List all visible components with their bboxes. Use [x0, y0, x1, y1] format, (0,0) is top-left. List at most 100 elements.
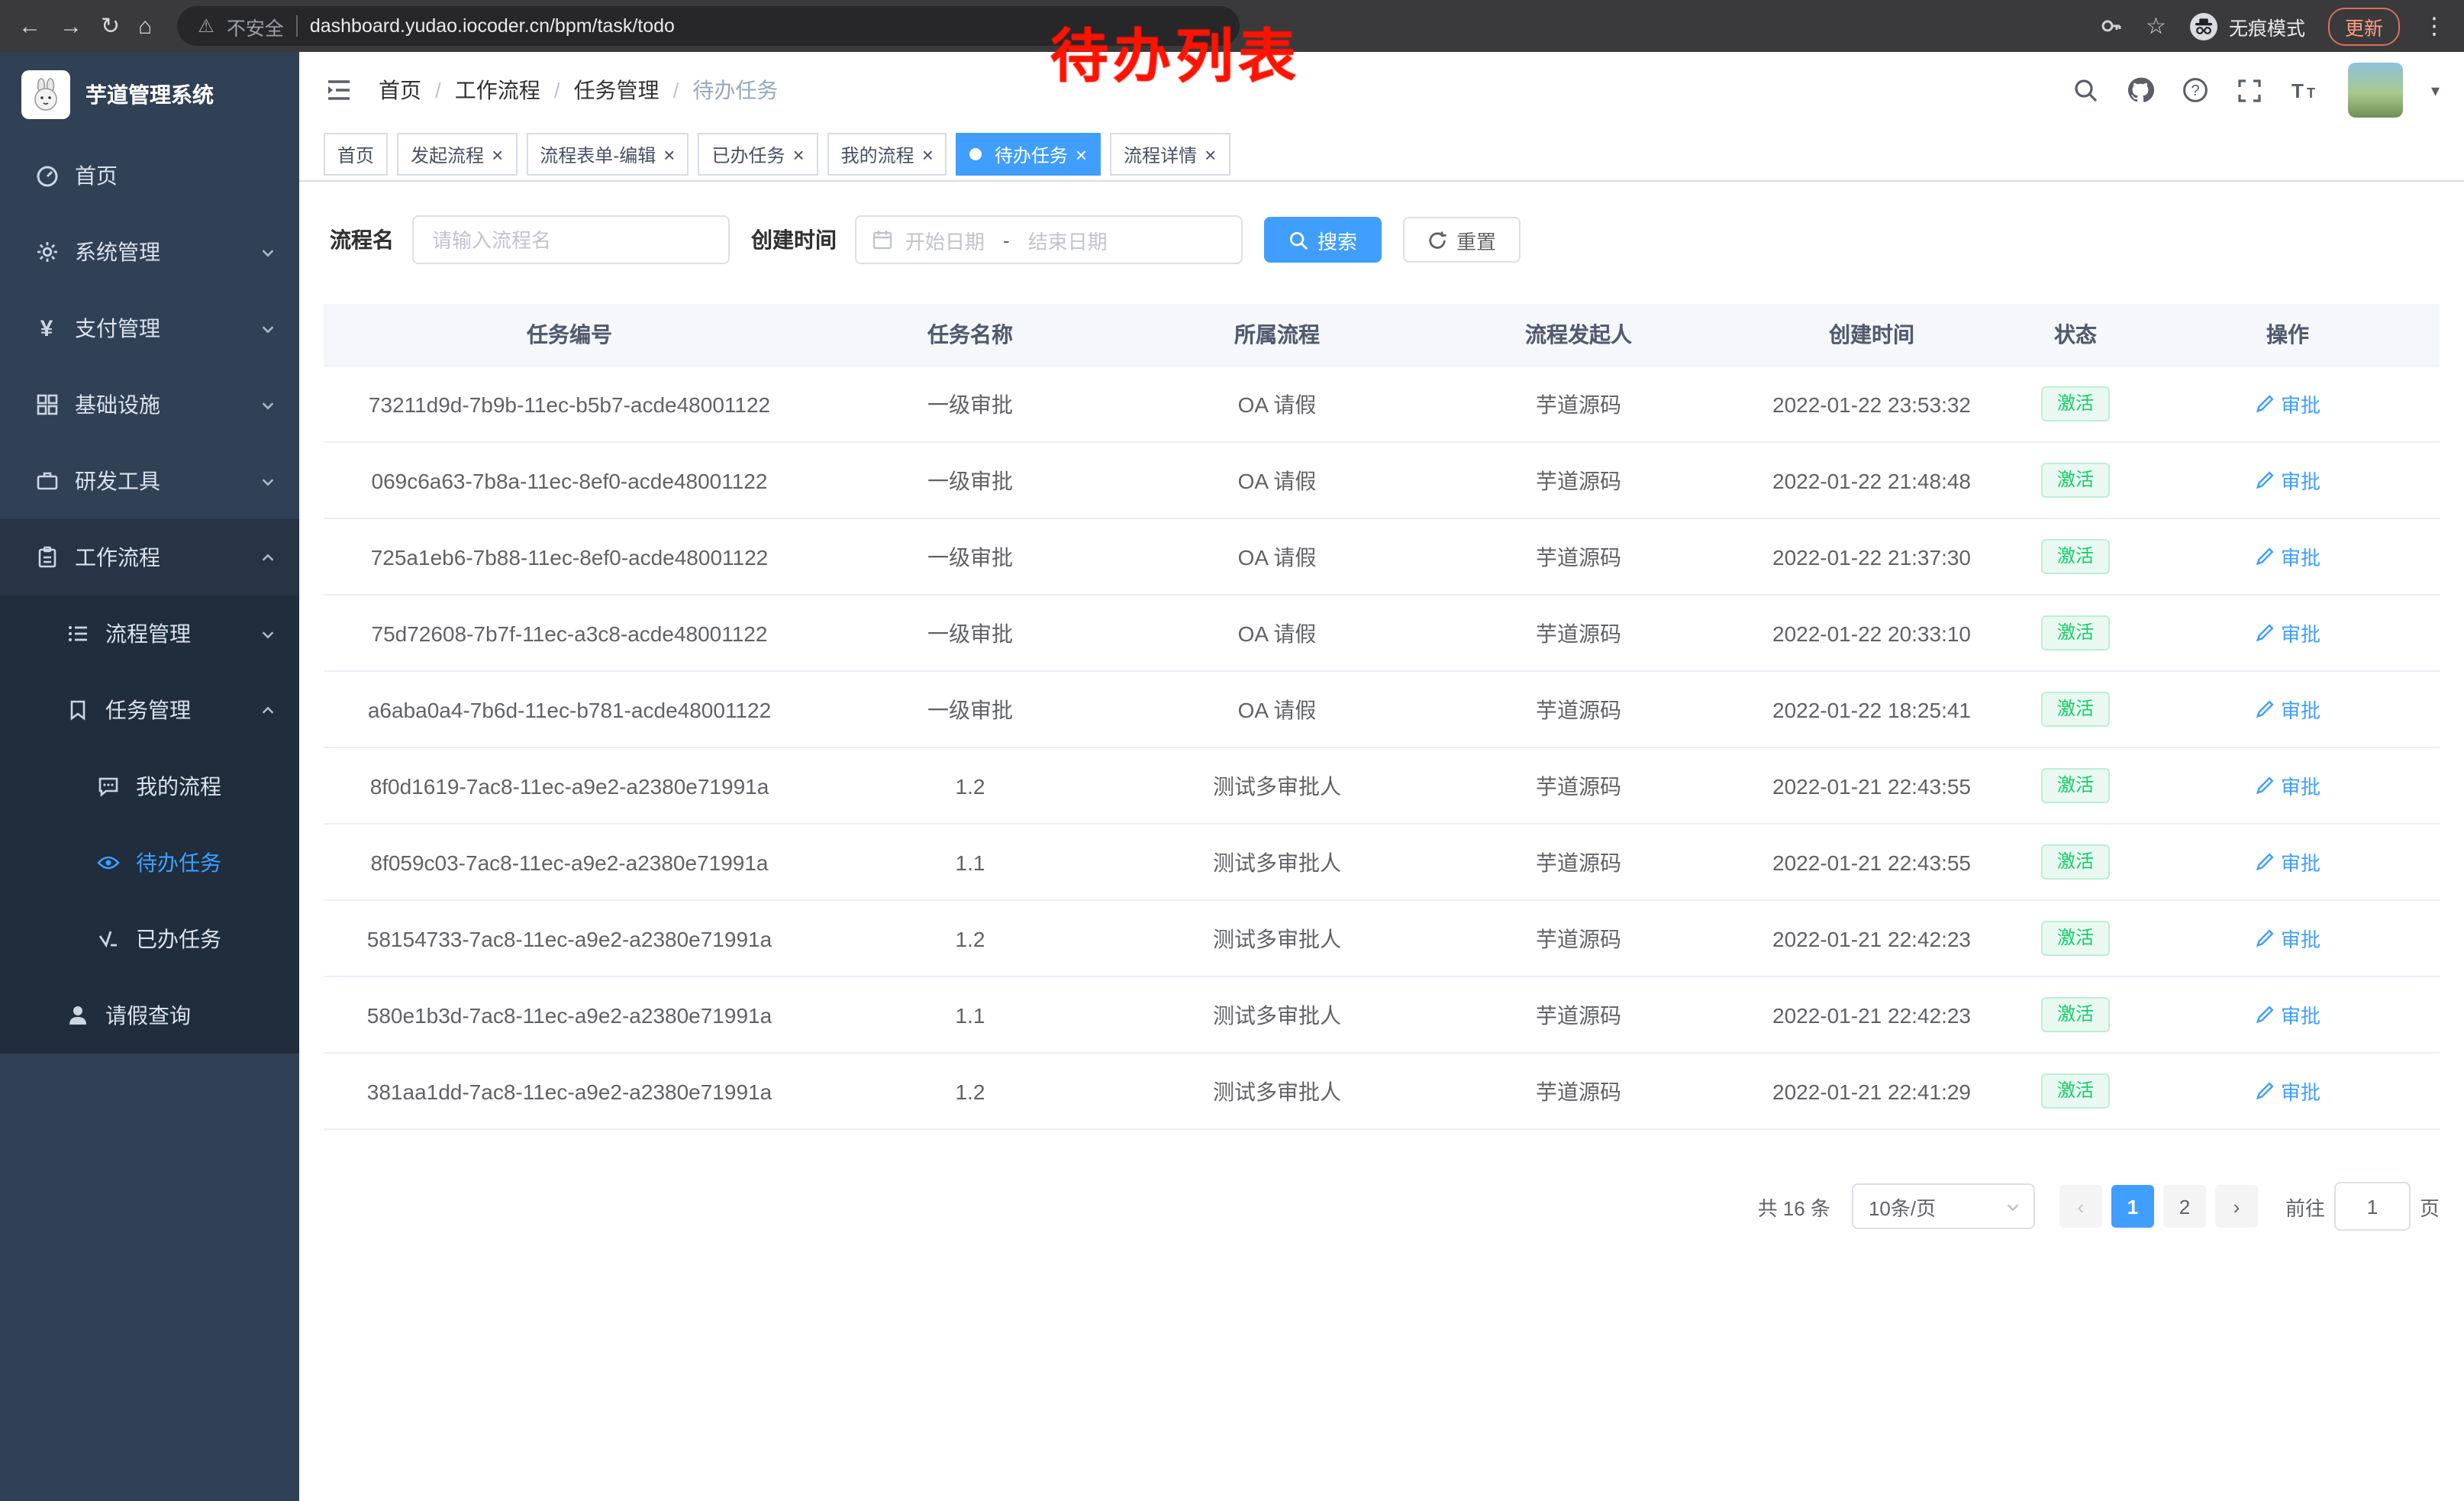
table-header-row: 任务编号 任务名称 所属流程 流程发起人 创建时间 状态 操作 — [324, 304, 2440, 366]
date-range-picker[interactable]: 开始日期 - 结束日期 — [855, 215, 1243, 264]
fullscreen-icon[interactable] — [2237, 77, 2263, 103]
tab-label: 流程表单-编辑 — [540, 141, 656, 167]
sidebar-item-system[interactable]: 系统管理 — [0, 214, 299, 290]
approve-link[interactable]: 审批 — [2255, 847, 2320, 876]
end-date-placeholder: 结束日期 — [1028, 225, 1108, 254]
action-cell: 审批 — [2136, 747, 2440, 824]
edit-icon — [2255, 852, 2275, 872]
home-icon[interactable]: ⌂ — [138, 15, 152, 37]
warning-icon: ⚠ — [198, 15, 214, 37]
edit-icon — [2255, 470, 2275, 490]
chevron-up-icon — [260, 549, 276, 566]
create-time-cell: 2022-01-21 22:41:29 — [1728, 1053, 2015, 1129]
breadcrumb-home[interactable]: 首页 — [379, 75, 421, 105]
close-icon[interactable]: × — [1205, 144, 1216, 164]
search-icon[interactable] — [2074, 77, 2100, 103]
caret-down-icon[interactable]: ▾ — [2431, 80, 2440, 100]
back-icon[interactable]: ← — [18, 15, 41, 37]
page-button-1[interactable]: 1 — [2111, 1185, 2154, 1228]
reload-icon[interactable]: ↻ — [101, 15, 120, 37]
approve-link[interactable]: 审批 — [2255, 1077, 2320, 1106]
github-icon[interactable] — [2127, 76, 2155, 104]
goto-page: 前往 页 — [2285, 1182, 2440, 1231]
column-header: 任务编号 — [324, 304, 815, 366]
tab-my-process[interactable]: 我的流程 × — [827, 133, 947, 176]
sidebar-item-todo-tasks[interactable]: 待办任务 — [0, 825, 299, 901]
page-size-select[interactable]: 10条/页 — [1852, 1183, 2035, 1229]
sidebar-item-leave-query[interactable]: 请假查询 — [0, 977, 299, 1054]
prev-page-button[interactable]: ‹ — [2059, 1185, 2102, 1228]
sidebar-item-done-tasks[interactable]: 已办任务 — [0, 901, 299, 977]
next-page-button[interactable]: › — [2215, 1185, 2258, 1228]
collapse-sidebar-icon[interactable] — [324, 75, 354, 105]
table-row: 73211d9d-7b9b-11ec-b5b7-acde48001122 一级审… — [324, 366, 2440, 442]
tab-todo-tasks[interactable]: 待办任务 × — [956, 133, 1101, 176]
reset-button[interactable]: 重置 — [1403, 217, 1521, 263]
chat-icon — [95, 774, 121, 799]
sidebar-item-process-management[interactable]: 流程管理 — [0, 596, 299, 672]
tab-done-tasks[interactable]: 已办任务 × — [698, 133, 818, 176]
sidebar-item-workflow[interactable]: 工作流程 — [0, 519, 299, 596]
process-cell: OA 请假 — [1125, 518, 1429, 595]
page-button-2[interactable]: 2 — [2163, 1185, 2206, 1228]
process-name-input[interactable] — [412, 215, 730, 264]
close-icon[interactable]: × — [663, 144, 675, 164]
approve-link[interactable]: 审批 — [2255, 389, 2320, 418]
breadcrumb-task-management[interactable]: 任务管理 — [574, 75, 660, 105]
breadcrumb-separator: / — [554, 78, 560, 102]
close-icon[interactable]: × — [1076, 144, 1087, 164]
search-button[interactable]: 搜索 — [1264, 217, 1382, 263]
sidebar-item-infrastructure[interactable]: 基础设施 — [0, 366, 299, 443]
tab-process-detail[interactable]: 流程详情 × — [1110, 133, 1230, 176]
close-icon[interactable]: × — [922, 144, 934, 164]
bookmark-star-icon[interactable]: ☆ — [2146, 15, 2166, 37]
breadcrumb-workflow[interactable]: 工作流程 — [455, 75, 540, 105]
goto-page-input[interactable] — [2334, 1182, 2411, 1231]
task-id-cell: a6aba0a4-7b6d-11ec-b781-acde48001122 — [324, 671, 815, 747]
tab-start-process[interactable]: 发起流程 × — [397, 133, 517, 176]
tab-home[interactable]: 首页 — [324, 133, 388, 176]
approve-link[interactable]: 审批 — [2255, 618, 2320, 647]
navbar-right: ? TT ▾ — [2074, 63, 2440, 118]
task-name-cell: 1.2 — [815, 747, 1125, 824]
browser-menu-icon[interactable]: ⋮ — [2423, 12, 2446, 40]
approve-link[interactable]: 审批 — [2255, 542, 2320, 571]
security-label[interactable]: 不安全 — [227, 11, 284, 40]
main-area: 首页 / 工作流程 / 任务管理 / 待办任务 ? — [299, 52, 2464, 1501]
key-icon[interactable] — [2098, 14, 2123, 38]
starter-cell: 芋道源码 — [1429, 442, 1728, 518]
sidebar-item-task-management[interactable]: 任务管理 — [0, 672, 299, 748]
font-size-icon[interactable]: TT — [2291, 77, 2321, 103]
tab-label: 流程详情 — [1124, 141, 1197, 167]
approve-link[interactable]: 审批 — [2255, 466, 2320, 495]
edit-icon — [2255, 1081, 2275, 1101]
edit-icon — [2255, 1005, 2275, 1025]
approve-link[interactable]: 审批 — [2255, 771, 2320, 800]
breadcrumb-current: 待办任务 — [692, 75, 778, 105]
close-icon[interactable]: × — [792, 144, 804, 164]
breadcrumb-separator: / — [435, 78, 441, 102]
task-id-cell: 8f059c03-7ac8-11ec-a9e2-a2380e71991a — [324, 824, 815, 900]
sidebar-item-devtools[interactable]: 研发工具 — [0, 443, 299, 519]
task-id-cell: 381aa1dd-7ac8-11ec-a9e2-a2380e71991a — [324, 1053, 815, 1129]
create-time-cell: 2022-01-22 18:25:41 — [1728, 671, 2015, 747]
process-cell: 测试多审批人 — [1125, 976, 1429, 1053]
yen-icon: ¥ — [34, 315, 60, 341]
avatar[interactable] — [2349, 63, 2404, 118]
update-button[interactable]: 更新 — [2328, 7, 2400, 45]
help-icon[interactable]: ? — [2182, 76, 2210, 104]
sidebar-item-payment[interactable]: ¥ 支付管理 — [0, 290, 299, 366]
table-row: 8f059c03-7ac8-11ec-a9e2-a2380e71991a 1.1… — [324, 824, 2440, 900]
goto-suffix: 页 — [2420, 1192, 2440, 1221]
sidebar-item-label: 工作流程 — [75, 542, 160, 573]
forward-icon[interactable]: → — [60, 15, 82, 37]
sidebar-item-home[interactable]: 首页 — [0, 137, 299, 214]
approve-link[interactable]: 审批 — [2255, 695, 2320, 724]
sidebar-item-my-process[interactable]: 我的流程 — [0, 748, 299, 825]
range-separator: - — [1003, 228, 1010, 251]
approve-link[interactable]: 审批 — [2255, 1000, 2320, 1029]
table-row: 8f0d1619-7ac8-11ec-a9e2-a2380e71991a 1.2… — [324, 747, 2440, 824]
approve-link[interactable]: 审批 — [2255, 924, 2320, 953]
tab-form-editor[interactable]: 流程表单-编辑 × — [526, 133, 689, 176]
close-icon[interactable]: × — [492, 144, 503, 164]
